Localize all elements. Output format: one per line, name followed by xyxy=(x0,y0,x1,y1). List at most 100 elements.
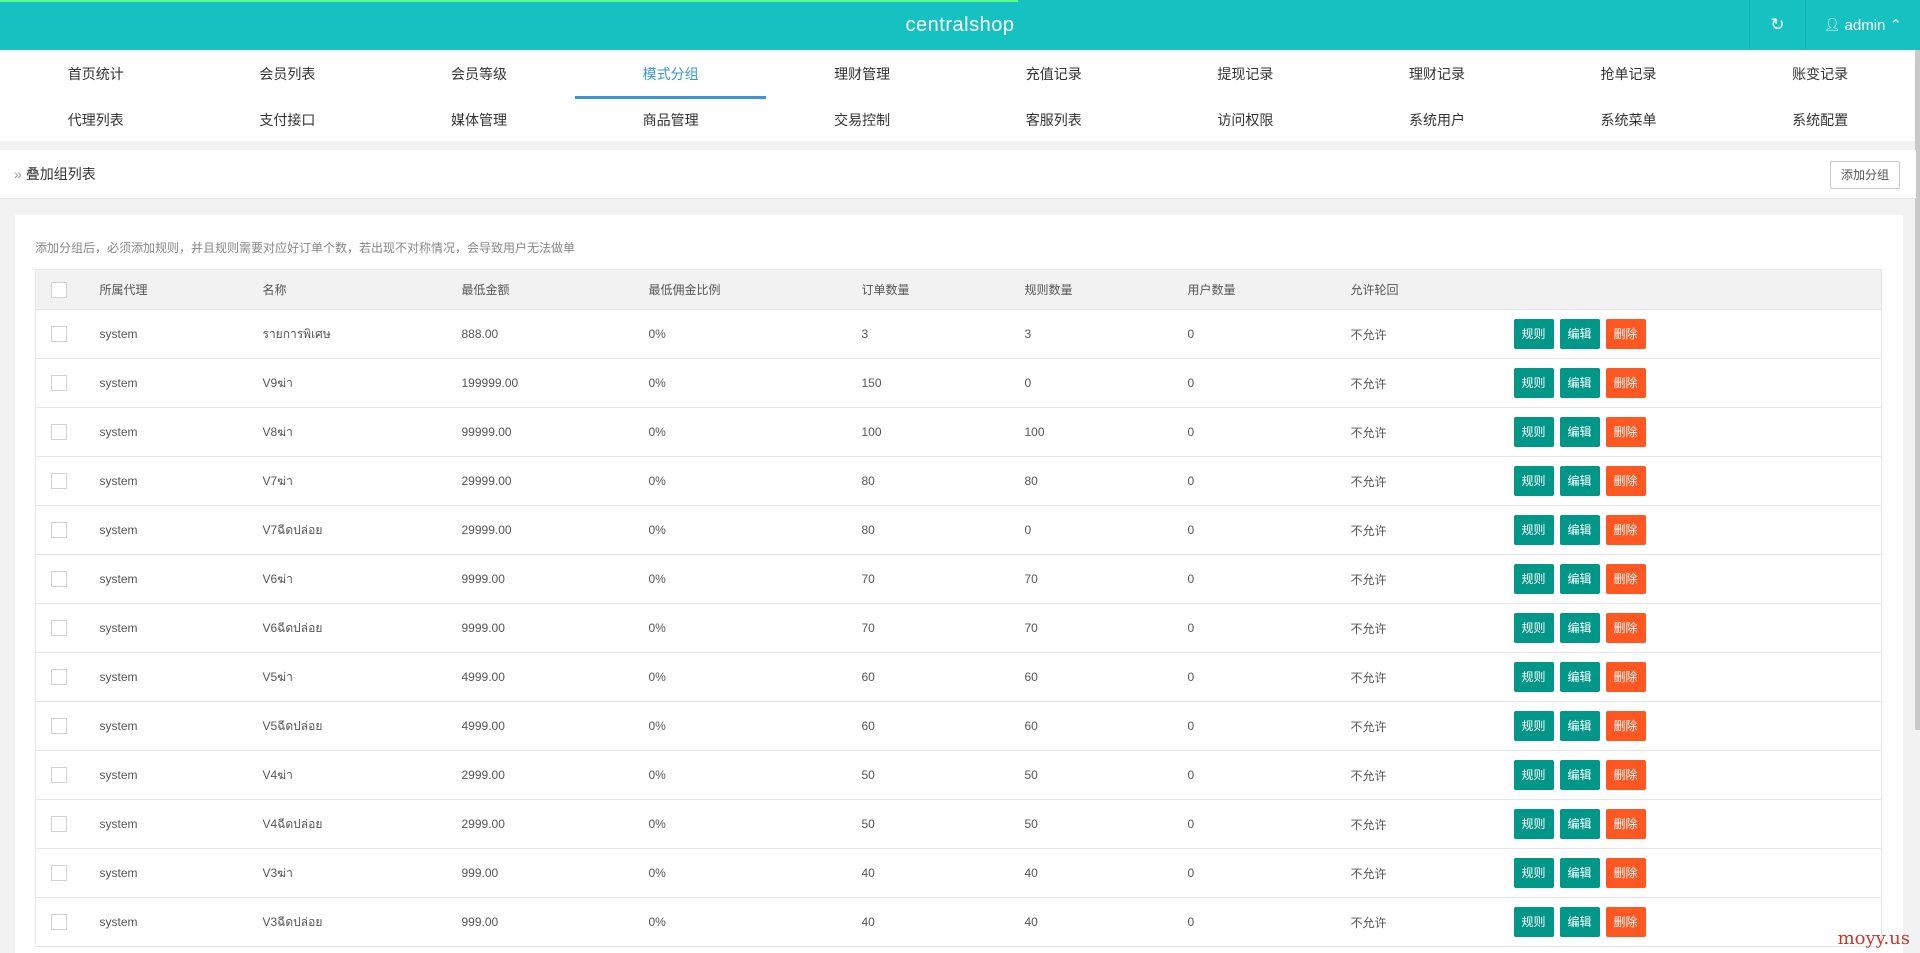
nav-item[interactable]: 会员列表 xyxy=(192,53,384,99)
edit-button[interactable]: 编辑 xyxy=(1559,368,1600,398)
rule-button[interactable]: 规则 xyxy=(1513,858,1554,888)
edit-button[interactable]: 编辑 xyxy=(1559,858,1600,888)
cell-min-amount: 29999.00 xyxy=(461,456,649,506)
user-menu[interactable]: 👤︎ admin ⌃ xyxy=(1805,0,1920,50)
edit-button[interactable]: 编辑 xyxy=(1559,564,1600,594)
row-checkbox[interactable] xyxy=(51,767,67,783)
row-checkbox[interactable] xyxy=(51,424,67,440)
edit-button[interactable]: 编辑 xyxy=(1559,417,1600,447)
edit-button[interactable]: 编辑 xyxy=(1559,760,1600,790)
rule-button[interactable]: 规则 xyxy=(1513,711,1554,741)
nav-item[interactable]: 交易控制 xyxy=(766,99,958,145)
tip-text: 添加分组后，必须添加规则，并且规则需要对应好订单个数，若出现不对称情况，会导致用… xyxy=(35,241,576,255)
edit-button[interactable]: 编辑 xyxy=(1559,711,1600,741)
cell-allow-cycle: 不允许 xyxy=(1350,848,1514,898)
nav-item[interactable]: 访问权限 xyxy=(1150,99,1342,145)
row-checkbox[interactable] xyxy=(51,816,67,832)
cell-allow-cycle: 不允许 xyxy=(1350,799,1514,849)
cell-rule-count: 70 xyxy=(1024,603,1188,653)
edit-button[interactable]: 编辑 xyxy=(1559,907,1600,937)
rule-button[interactable]: 规则 xyxy=(1513,417,1554,447)
delete-button[interactable]: 删除 xyxy=(1605,613,1646,643)
delete-button[interactable]: 删除 xyxy=(1605,417,1646,447)
row-checkbox[interactable] xyxy=(51,620,67,636)
row-checkbox[interactable] xyxy=(51,473,67,489)
header-allow-cycle: 允许轮回 xyxy=(1350,269,1514,310)
rule-button[interactable]: 规则 xyxy=(1513,564,1554,594)
rule-button[interactable]: 规则 xyxy=(1513,515,1554,545)
row-checkbox[interactable] xyxy=(51,718,67,734)
row-checkbox[interactable] xyxy=(51,914,67,930)
edit-button[interactable]: 编辑 xyxy=(1559,809,1600,839)
row-checkbox-cell xyxy=(35,701,100,751)
cell-rule-count: 40 xyxy=(1024,897,1188,947)
cell-user-count: 0 xyxy=(1187,848,1351,898)
rule-button[interactable]: 规则 xyxy=(1513,613,1554,643)
delete-button[interactable]: 删除 xyxy=(1605,319,1646,349)
main-nav: 首页统计 会员列表 会员等级 模式分组 理财管理 充值记录 提现记录 理财记录 抢单记录 账变记录… xyxy=(0,50,1920,141)
delete-button[interactable]: 删除 xyxy=(1605,907,1646,937)
nav-item[interactable]: 理财管理 xyxy=(766,53,958,99)
edit-button[interactable]: 编辑 xyxy=(1559,466,1600,496)
cell-min-amount: 4999.00 xyxy=(461,652,649,702)
cell-user-count: 0 xyxy=(1187,505,1351,555)
header-min-commission: 最低佣金比例 xyxy=(648,269,862,310)
table-row: system V4ฉีดปล่อย 2999.00 0% 50 50 0 不允许 规则 编辑 删除 xyxy=(35,799,1882,849)
edit-button[interactable]: 编辑 xyxy=(1559,613,1600,643)
nav-item[interactable]: 客服列表 xyxy=(958,99,1150,145)
row-checkbox[interactable] xyxy=(51,865,67,881)
cell-min-commission: 0% xyxy=(648,652,862,702)
rule-button[interactable]: 规则 xyxy=(1513,319,1554,349)
rule-button[interactable]: 规则 xyxy=(1513,466,1554,496)
nav-item[interactable]: 首页统计 xyxy=(0,53,192,99)
row-checkbox-cell xyxy=(35,309,100,359)
rule-button[interactable]: 规则 xyxy=(1513,809,1554,839)
delete-button[interactable]: 删除 xyxy=(1605,662,1646,692)
rule-button[interactable]: 规则 xyxy=(1513,760,1554,790)
refresh-button[interactable]: ↻ xyxy=(1749,0,1805,50)
cell-min-commission: 0% xyxy=(648,701,862,751)
table-row: system V5ฉีดปล่อย 4999.00 0% 60 60 0 不允许 规则 编辑 删除 xyxy=(35,701,1882,751)
page-title: 叠加组列表 xyxy=(25,166,96,182)
nav-item[interactable]: 代理列表 xyxy=(0,99,192,145)
nav-item[interactable]: 理财记录 xyxy=(1341,53,1533,99)
edit-button[interactable]: 编辑 xyxy=(1559,662,1600,692)
delete-button[interactable]: 删除 xyxy=(1605,564,1646,594)
nav-item[interactable]: 提现记录 xyxy=(1150,53,1342,99)
nav-item[interactable]: 账变记录 xyxy=(1724,53,1916,99)
nav-item[interactable]: 商品管理 xyxy=(575,99,767,145)
nav-item[interactable]: 充值记录 xyxy=(958,53,1150,99)
nav-item[interactable]: 会员等级 xyxy=(383,53,575,99)
row-checkbox[interactable] xyxy=(51,522,67,538)
edit-button[interactable]: 编辑 xyxy=(1559,319,1600,349)
nav-item[interactable]: 系统配置 xyxy=(1724,99,1916,145)
rule-button[interactable]: 规则 xyxy=(1513,368,1554,398)
nav-item[interactable]: 支付接口 xyxy=(192,99,384,145)
delete-button[interactable]: 删除 xyxy=(1605,466,1646,496)
nav-item[interactable]: 媒体管理 xyxy=(383,99,575,145)
row-checkbox[interactable] xyxy=(51,669,67,685)
cell-agent: system xyxy=(99,652,263,702)
nav-item[interactable]: 模式分组 xyxy=(574,53,767,99)
row-checkbox[interactable] xyxy=(51,326,67,342)
delete-button[interactable]: 删除 xyxy=(1605,711,1646,741)
rule-button[interactable]: 规则 xyxy=(1513,662,1554,692)
rule-button[interactable]: 规则 xyxy=(1513,907,1554,937)
delete-button[interactable]: 删除 xyxy=(1605,809,1646,839)
row-checkbox[interactable] xyxy=(51,571,67,587)
breadcrumb-title: » 叠加组列表 xyxy=(14,150,96,199)
row-checkbox[interactable] xyxy=(51,375,67,391)
edit-button[interactable]: 编辑 xyxy=(1559,515,1600,545)
select-all-checkbox[interactable] xyxy=(51,281,67,298)
nav-item[interactable]: 抢单记录 xyxy=(1533,53,1725,99)
nav-item[interactable]: 系统菜单 xyxy=(1533,99,1725,145)
delete-button[interactable]: 删除 xyxy=(1605,515,1646,545)
cell-user-count: 0 xyxy=(1187,456,1351,506)
delete-button[interactable]: 删除 xyxy=(1605,368,1646,398)
nav-item[interactable]: 系统用户 xyxy=(1341,99,1533,145)
header-order-count: 订单数量 xyxy=(861,269,1025,310)
add-group-button[interactable]: 添加分组 xyxy=(1829,161,1900,189)
delete-button[interactable]: 删除 xyxy=(1605,858,1646,888)
delete-button[interactable]: 删除 xyxy=(1605,760,1646,790)
cell-agent: system xyxy=(99,554,263,604)
